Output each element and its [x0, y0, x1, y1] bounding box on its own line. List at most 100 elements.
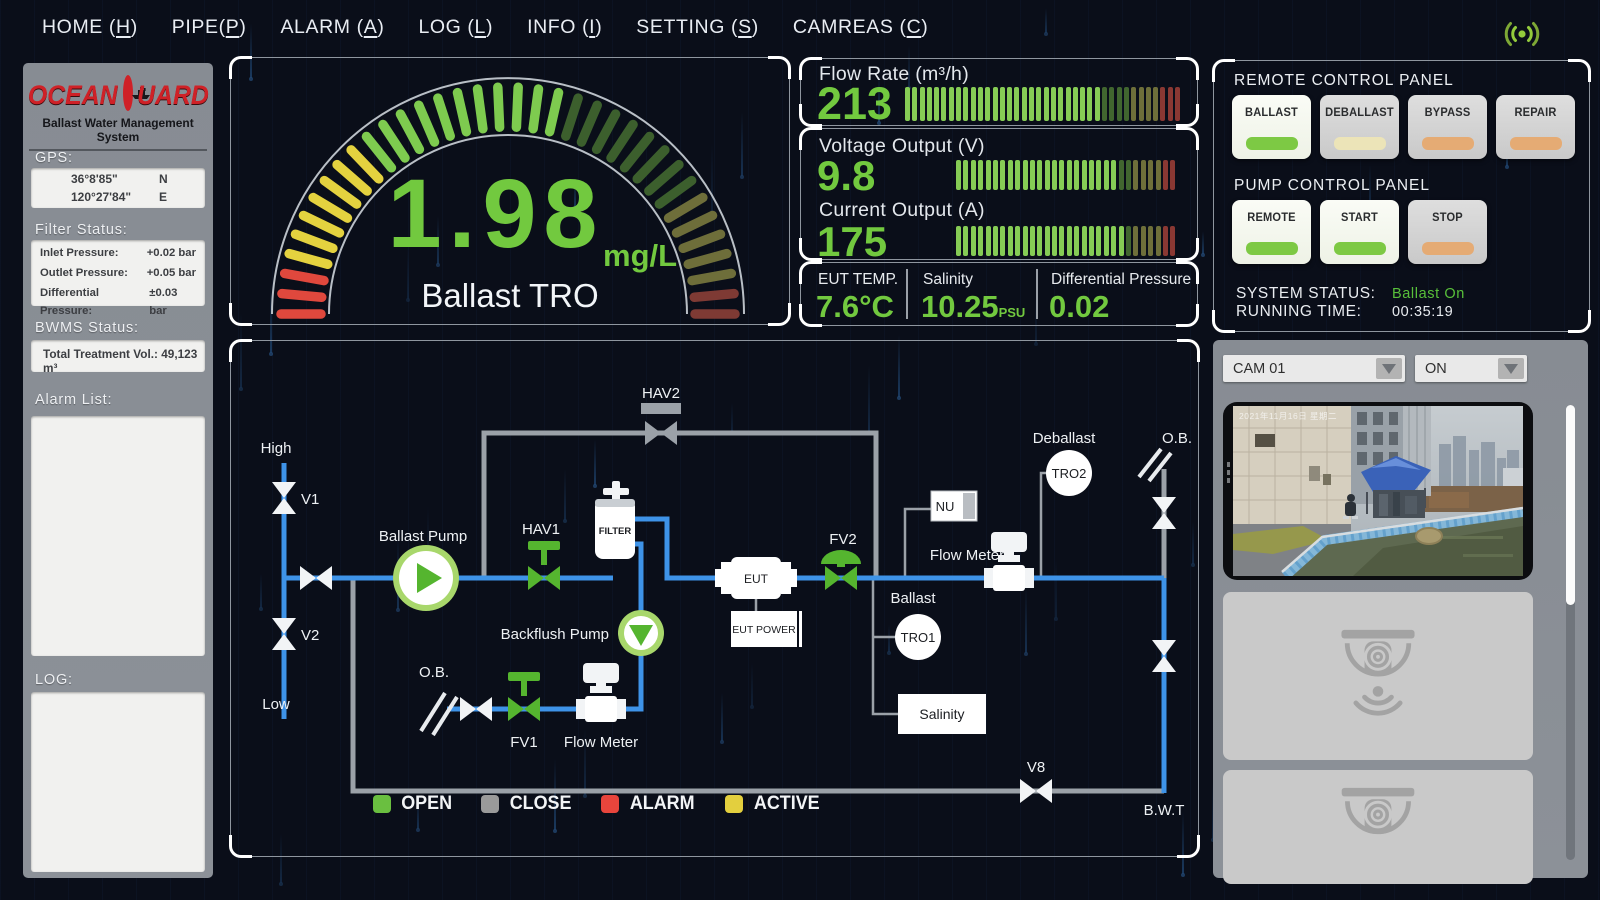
remote-button-ballast[interactable]: BALLAST [1232, 95, 1311, 159]
tro-label: Ballast TRO [231, 277, 789, 315]
gauge-tick [438, 98, 450, 136]
chevron-down-icon[interactable] [1376, 358, 1402, 379]
signal-icon [1502, 18, 1542, 55]
gauge-tick [516, 87, 518, 127]
logo-tagline: Ballast Water Management System [32, 116, 205, 144]
corner-bracket [1177, 835, 1200, 858]
state-indicator [1422, 137, 1474, 150]
tro1-sensor-label: TRO1 [901, 630, 936, 645]
valve-v1[interactable] [272, 482, 296, 514]
salinity-box[interactable]: Salinity [898, 694, 986, 734]
camera-slot-2[interactable] [1223, 592, 1533, 760]
gauge-tick [419, 105, 435, 142]
eut-temp-label: EUT TEMP. [818, 271, 898, 289]
ballast-pump[interactable] [393, 545, 459, 611]
corner-bracket [768, 303, 791, 326]
valve-backflush-inlet[interactable] [460, 697, 492, 721]
piping-diagram: FILTER EUT EUT POWER NU TRO1 TRO2 Salinity High… [231, 341, 1195, 853]
gauge-tick [457, 93, 466, 132]
tro2-sensor-label: TRO2 [1052, 466, 1087, 481]
camera-slot-3[interactable] [1223, 770, 1533, 884]
remote-button-deballast[interactable]: DEBALLAST [1320, 95, 1399, 159]
gps-heading: GPS: [35, 150, 73, 166]
nav-item-home[interactable]: HOME (H) [42, 16, 138, 39]
legend-item-active: ACTIVE [725, 792, 823, 815]
nav-item-info[interactable]: INFO (I) [527, 16, 602, 39]
pump-button-remote[interactable]: REMOTE [1232, 200, 1311, 264]
camera-scrollbar-thumb[interactable] [1566, 405, 1575, 605]
gauge-tick [533, 89, 538, 129]
flow-meter-backflush[interactable] [576, 663, 626, 722]
tro-gauge-panel: 1.98 mg/L Ballast TRO [230, 57, 790, 325]
state-indicator [1510, 137, 1562, 150]
nav-item-pipe[interactable]: PIPE(P) [172, 16, 247, 39]
corner-bracket [799, 57, 822, 80]
tro1-sensor[interactable]: TRO1 [895, 614, 941, 660]
valve-main-inlet[interactable] [300, 566, 332, 590]
valve-ob-upper[interactable] [1152, 497, 1176, 529]
valve-hav2[interactable] [641, 403, 681, 445]
bwms-status-box: Total Treatment Vol.: 49,123 m³ [31, 340, 205, 372]
diagram-label: Ballast [890, 590, 936, 607]
tro2-sensor[interactable]: TRO2 [1046, 450, 1092, 496]
eut-power-box[interactable]: EUT POWER [731, 611, 802, 647]
divider [1036, 269, 1038, 319]
legend-swatch [481, 795, 499, 813]
corner-bracket [1568, 310, 1591, 333]
env-metrics-panel: EUT TEMP. 7.6°C Salinity 10.25PSU Differ… [800, 262, 1198, 326]
filter-unit[interactable]: FILTER [595, 481, 635, 559]
camera-select-value: CAM 01 [1223, 361, 1376, 377]
pump-button-stop[interactable]: STOP [1408, 200, 1487, 264]
eut-unit[interactable]: EUT [715, 557, 797, 599]
state-indicator [1422, 242, 1474, 255]
diagram-label: O.B. [419, 664, 449, 681]
current-bar [956, 226, 1175, 256]
gauge-tick [611, 125, 633, 158]
camera-select[interactable]: CAM 01 [1223, 355, 1405, 382]
gps-lat: 36°8'85" [71, 171, 159, 188]
state-indicator [1334, 242, 1386, 255]
backflush-pump[interactable] [618, 610, 664, 656]
flow-rate-value: 213 [817, 81, 892, 126]
nav-item-camreas[interactable]: CAMREAS (C) [793, 16, 929, 39]
filter-label: FILTER [599, 526, 632, 537]
nav-item-setting[interactable]: SETTING (S) [636, 16, 759, 39]
log-box[interactable] [31, 692, 205, 872]
valve-fv1[interactable] [508, 672, 540, 721]
legend-swatch [725, 795, 743, 813]
corner-bracket [1176, 104, 1199, 127]
gauge-tick [566, 98, 578, 136]
flow-rate-panel: Flow Rate (m³/h) 213 [800, 58, 1198, 126]
nav-item-alarm[interactable]: ALARM (A) [280, 16, 384, 39]
control-panel: REMOTE CONTROL PANEL BALLASTDEBALLASTBYP… [1213, 60, 1590, 332]
state-indicator [1246, 242, 1298, 255]
nav-item-log[interactable]: LOG (L) [418, 16, 493, 39]
valve-hav1[interactable] [528, 541, 560, 590]
alarm-list-box[interactable] [31, 416, 205, 656]
bwms-status-heading: BWMS Status: [35, 320, 139, 336]
running-time-value: 00:35:19 [1392, 304, 1453, 320]
state-indicator [1334, 137, 1386, 150]
valve-ob-lower[interactable] [1152, 640, 1176, 672]
gauge-tick [581, 105, 597, 142]
remote-control-buttons: BALLASTDEBALLASTBYPASSREPAIR [1232, 95, 1575, 159]
corner-bracket [1176, 261, 1199, 284]
chevron-down-icon[interactable] [1498, 358, 1524, 379]
valve-v2[interactable] [272, 618, 296, 650]
camera-power-select[interactable]: ON [1415, 355, 1527, 382]
pump-button-start[interactable]: START [1320, 200, 1399, 264]
piping-diagram-panel: FILTER EUT EUT POWER NU TRO1 TRO2 Salinity High… [230, 340, 1199, 857]
remote-button-repair[interactable]: REPAIR [1496, 95, 1575, 159]
nu-box[interactable]: NU [931, 491, 977, 521]
camera-power-value: ON [1415, 361, 1498, 377]
corner-bracket [1568, 59, 1591, 82]
valve-v8[interactable] [1020, 779, 1052, 803]
diagram-label: High [261, 440, 292, 457]
camera-panel: CAM 01 ON [1213, 340, 1588, 878]
tro-unit: mg/L [603, 238, 677, 274]
logo-text-right: UARD [137, 80, 209, 111]
flow-rate-bar [905, 87, 1180, 121]
valve-fv2[interactable] [821, 550, 861, 590]
remote-button-bypass[interactable]: BYPASS [1408, 95, 1487, 159]
connector-nu [905, 509, 931, 578]
